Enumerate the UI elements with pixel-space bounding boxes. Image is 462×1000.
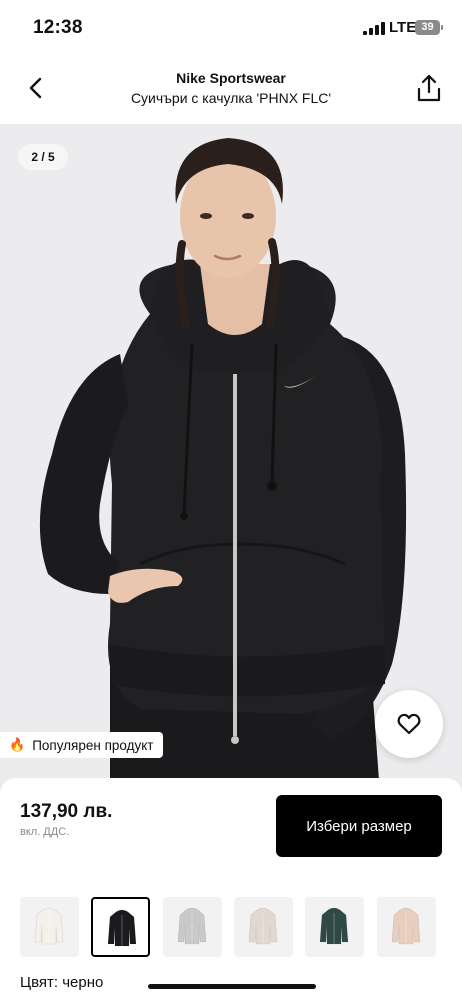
share-icon [417, 74, 441, 102]
hoodie-thumbnail [177, 907, 207, 945]
heart-icon [397, 713, 421, 735]
product-name: Суичъри с качулка 'PHNX FLC' [130, 90, 332, 106]
hoodie-thumbnail [248, 907, 278, 945]
purchase-sheet: 137,90 лв. вкл. ДДС. Избери размер Цвят:… [0, 778, 462, 1000]
color-swatch[interactable] [377, 897, 436, 957]
fire-icon: 🔥 [9, 737, 26, 752]
hoodie-thumbnail [319, 907, 349, 945]
color-swatch[interactable] [163, 897, 222, 957]
brand-title: Nike Sportswear [176, 70, 286, 86]
status-bar: 12:38 LTE 39 [0, 0, 462, 58]
color-swatches [0, 897, 462, 959]
share-button[interactable] [414, 72, 444, 104]
hoodie-thumbnail [107, 909, 137, 947]
popular-badge: 🔥 Популярен продукт [0, 732, 164, 758]
select-size-button[interactable]: Избери размер [276, 795, 442, 857]
color-swatch[interactable] [234, 897, 293, 957]
popular-badge-text: Популярен продукт [32, 737, 154, 753]
price: 137,90 лв. [20, 801, 113, 822]
color-swatch[interactable] [91, 897, 150, 957]
hoodie-thumbnail [391, 907, 421, 945]
network-type: LTE [389, 19, 417, 36]
status-time: 12:38 [33, 17, 83, 38]
image-counter: 2 / 5 [18, 144, 68, 170]
product-image[interactable]: 2 / 5 🔥 Популярен продукт [0, 124, 462, 794]
nav-header: Nike Sportswear Суичъри с качулка 'PHNX … [0, 58, 462, 124]
favorite-button[interactable] [375, 690, 443, 758]
color-swatch[interactable] [20, 897, 79, 957]
hoodie-thumbnail [34, 907, 64, 945]
home-indicator [148, 984, 316, 989]
vat-note: вкл. ДДС. [20, 826, 70, 838]
color-swatch[interactable] [305, 897, 364, 957]
color-label: Цвят: черно [20, 974, 104, 991]
signal-icon [363, 22, 385, 35]
battery-icon: 39 [415, 20, 443, 35]
